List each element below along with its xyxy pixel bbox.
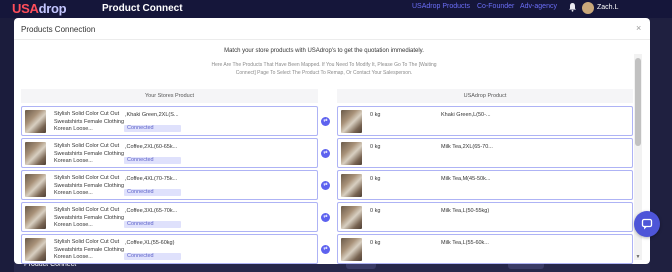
store-product-thumbnail: [25, 174, 46, 197]
link-icon[interactable]: ⇄: [321, 213, 330, 222]
products-connection-modal: Products Connection × Match your store p…: [14, 18, 650, 264]
usadrop-product-card[interactable]: 0 kg Milk Tea,2XL(65-70...: [337, 138, 633, 168]
usadrop-product-thumbnail: [341, 110, 362, 133]
mapping-row: Stylish Solid Color Cut Out Sweatshirts …: [14, 106, 650, 136]
nav-link-usadrop-products[interactable]: USAdrop Products: [412, 3, 470, 10]
link-icon[interactable]: ⇄: [321, 245, 330, 254]
store-product-card[interactable]: Stylish Solid Color Cut Out Sweatshirts …: [21, 106, 318, 136]
store-product-thumbnail: [25, 206, 46, 229]
avatar[interactable]: [582, 2, 594, 14]
usadrop-product-thumbnail: [341, 142, 362, 165]
close-icon[interactable]: ×: [636, 23, 641, 33]
usadrop-product-thumbnail: [341, 238, 362, 261]
nav-link-co-founder[interactable]: Co-Founder: [477, 3, 514, 10]
status-badge: Connected: [124, 157, 181, 164]
usadrop-product-variant: Milk Tea,L(50-55kg): [441, 208, 490, 214]
usadrop-product-card[interactable]: 0 kg Milk Tea,M(45-50k...: [337, 170, 633, 200]
store-product-header: Your Stores Product: [21, 89, 318, 103]
usadrop-product-variant: Khaki Green,L(50-...: [441, 112, 491, 118]
usadrop-product-header: USAdrop Product: [337, 89, 633, 103]
mapping-row: Stylish Solid Color Cut Out Sweatshirts …: [14, 170, 650, 200]
store-product-variant: ,Coffee,3XL(65-70k...: [125, 208, 178, 214]
product-weight: 0 kg: [370, 176, 381, 182]
user-name[interactable]: Zach.L: [597, 4, 618, 11]
product-weight: 0 kg: [370, 240, 381, 246]
mapping-note: Here Are The Products That Have Been Map…: [211, 62, 437, 76]
status-badge: Connected: [124, 253, 181, 260]
link-icon[interactable]: ⇄: [321, 149, 330, 158]
store-product-thumbnail: [25, 142, 46, 165]
store-product-variant: ,Coffee,4XL(70-75k...: [125, 176, 178, 182]
store-product-variant: ,Khaki Green,2XL(S...: [125, 112, 179, 118]
usadrop-product-variant: Milk Tea,L(55-60k...: [441, 240, 489, 246]
scrollbar-thumb[interactable]: [635, 58, 641, 146]
store-product-card[interactable]: Stylish Solid Color Cut Out Sweatshirts …: [21, 202, 318, 232]
chat-button[interactable]: [634, 211, 660, 237]
mapping-row: Stylish Solid Color Cut Out Sweatshirts …: [14, 202, 650, 232]
status-badge: Connected: [124, 189, 181, 196]
nav-link-adv-agency[interactable]: Adv-agency: [520, 3, 557, 10]
modal-header: Products Connection ×: [14, 18, 650, 40]
chat-icon: [641, 218, 653, 230]
page-title: Product Connect: [102, 3, 183, 14]
store-product-card[interactable]: Stylish Solid Color Cut Out Sweatshirts …: [21, 138, 318, 168]
scroll-down-icon[interactable]: ▼: [634, 254, 642, 260]
store-product-card[interactable]: Stylish Solid Color Cut Out Sweatshirts …: [21, 234, 318, 264]
product-weight: 0 kg: [370, 144, 381, 150]
link-icon[interactable]: ⇄: [321, 181, 330, 190]
store-product-thumbnail: [25, 238, 46, 261]
store-product-card[interactable]: Stylish Solid Color Cut Out Sweatshirts …: [21, 170, 318, 200]
status-badge: Connected: [124, 125, 181, 132]
usadrop-product-variant: Milk Tea,2XL(65-70...: [441, 144, 493, 150]
store-product-variant: ,Coffee,XL(55-60kg): [125, 240, 175, 246]
usadrop-logo[interactable]: USAdrop: [12, 1, 67, 16]
store-product-variant: ,Coffee,2XL(60-65k...: [125, 144, 178, 150]
product-weight: 0 kg: [370, 208, 381, 214]
usadrop-product-thumbnail: [341, 206, 362, 229]
usadrop-product-card[interactable]: 0 kg Milk Tea,L(55-60k...: [337, 234, 633, 264]
store-product-thumbnail: [25, 110, 46, 133]
sidebar: [0, 18, 14, 272]
app-header: USAdrop Product Connect USAdrop Products…: [0, 0, 672, 18]
status-badge: Connected: [124, 221, 181, 228]
modal-title: Products Connection: [21, 25, 96, 34]
mapping-row: Stylish Solid Color Cut Out Sweatshirts …: [14, 234, 650, 264]
link-icon[interactable]: ⇄: [321, 117, 330, 126]
usadrop-product-card[interactable]: 0 kg Milk Tea,L(50-55kg): [337, 202, 633, 232]
usadrop-product-thumbnail: [341, 174, 362, 197]
usadrop-product-card[interactable]: 0 kg Khaki Green,L(50-...: [337, 106, 633, 136]
bell-icon[interactable]: [568, 2, 578, 12]
mapping-row: Stylish Solid Color Cut Out Sweatshirts …: [14, 138, 650, 168]
product-weight: 0 kg: [370, 112, 381, 118]
usadrop-product-variant: Milk Tea,M(45-50k...: [441, 176, 491, 182]
intro-text: Match your store products with USAdrop's…: [224, 48, 424, 54]
